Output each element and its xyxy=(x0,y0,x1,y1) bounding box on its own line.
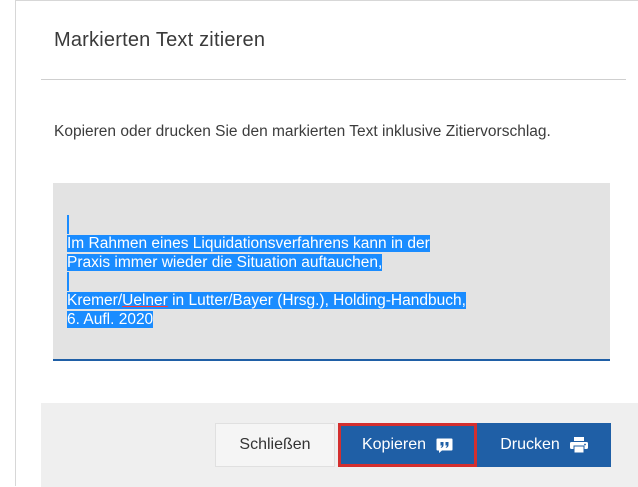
selection-blank-line xyxy=(67,272,69,291)
title-divider xyxy=(41,79,626,80)
quote-icon xyxy=(436,438,453,453)
dialog-description: Kopieren oder drucken Sie den markierten… xyxy=(54,123,551,140)
cite-dialog: Markierten Text zitieren Kopieren oder d… xyxy=(15,0,638,487)
dialog-footer: Schließen Kopieren Drucken xyxy=(41,403,638,487)
print-button[interactable]: Drucken xyxy=(477,423,611,467)
citation-line-1: Im Rahmen eines Liquidationsverfahrens k… xyxy=(67,235,430,252)
citation-textarea[interactable]: Im Rahmen eines Liquidationsverfahrens k… xyxy=(53,183,610,361)
close-button[interactable]: Schließen xyxy=(215,423,335,467)
copy-button-label: Kopieren xyxy=(361,436,427,453)
print-button-label: Drucken xyxy=(500,436,560,453)
citation-text: Im Rahmen eines Liquidationsverfahrens k… xyxy=(67,215,597,329)
text-caret-line xyxy=(67,215,597,234)
copy-button[interactable]: Kopieren xyxy=(338,423,477,467)
citation-author-a: Kremer/ xyxy=(67,292,123,309)
citation-line-2: Praxis immer wieder die Situation auftau… xyxy=(67,254,383,271)
citation-line-4: 6. Aufl. 2020 xyxy=(67,311,154,328)
dialog-title: Markierten Text zitieren xyxy=(54,29,266,51)
printer-icon xyxy=(569,437,588,453)
citation-author-b: Uelner xyxy=(122,292,168,309)
citation-line-3-rest: in Lutter/Bayer (Hrsg.), Holding-Handbuc… xyxy=(167,292,466,309)
close-button-label: Schließen xyxy=(239,436,311,453)
